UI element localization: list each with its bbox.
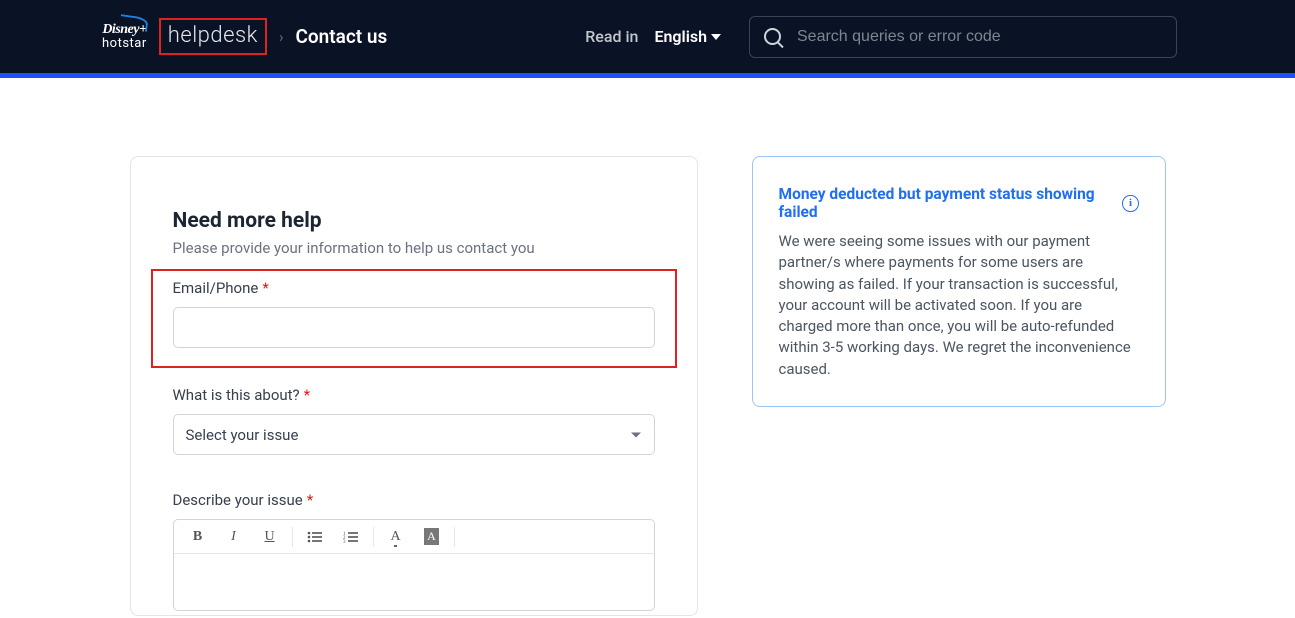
breadcrumb-current: Contact us xyxy=(295,25,387,48)
language-block: Read in English xyxy=(585,27,721,46)
unordered-list-button[interactable] xyxy=(297,525,333,549)
info-icon[interactable]: i xyxy=(1122,195,1138,212)
email-field-highlight: Email/Phone* xyxy=(151,269,677,368)
brand-text-bottom: hotstar xyxy=(102,36,147,51)
ordered-list-button[interactable]: 123 xyxy=(333,525,369,549)
helpdesk-label: helpdesk xyxy=(168,23,258,48)
about-label: What is this about?* xyxy=(173,386,655,404)
text-color-button[interactable]: A xyxy=(378,525,414,549)
language-value: English xyxy=(654,27,707,46)
search-input[interactable] xyxy=(797,28,1162,46)
svg-text:3: 3 xyxy=(343,540,346,543)
rte-toolbar: B I U 123 A A xyxy=(174,520,654,554)
info-alert-card: Money deducted but payment status showin… xyxy=(752,156,1166,407)
describe-label: Describe your issue* xyxy=(173,491,655,509)
chevron-right-icon: › xyxy=(279,28,284,46)
main-content: Need more help Please provide your infor… xyxy=(0,78,1295,616)
required-mark: * xyxy=(304,386,310,404)
email-phone-label: Email/Phone* xyxy=(173,279,655,297)
issue-select[interactable]: Select your issue xyxy=(173,414,655,455)
email-phone-input[interactable] xyxy=(173,307,655,348)
form-title: Need more help xyxy=(173,209,655,233)
issue-select-wrap[interactable]: Select your issue xyxy=(173,414,655,455)
search-icon xyxy=(764,28,781,45)
form-subtitle: Please provide your information to help … xyxy=(173,239,655,257)
highlight-color-button[interactable]: A xyxy=(414,525,450,549)
required-mark: * xyxy=(307,491,313,509)
chevron-down-icon xyxy=(711,34,721,40)
read-in-label: Read in xyxy=(585,27,638,46)
helpdesk-link[interactable]: helpdesk xyxy=(159,18,267,55)
bold-button[interactable]: B xyxy=(180,525,216,549)
alert-title: Money deducted but payment status showin… xyxy=(779,185,1115,221)
top-nav: Disney+ hotstar helpdesk › Contact us Re… xyxy=(0,0,1295,73)
contact-form-card: Need more help Please provide your infor… xyxy=(130,156,698,616)
search-box[interactable] xyxy=(749,16,1177,58)
italic-button[interactable]: I xyxy=(216,525,252,549)
toolbar-separator xyxy=(454,527,455,547)
underline-button[interactable]: U xyxy=(252,525,288,549)
brand-logo[interactable]: Disney+ hotstar xyxy=(102,22,147,51)
toolbar-separator xyxy=(292,527,293,547)
toolbar-separator xyxy=(373,527,374,547)
alert-body: We were seeing some issues with our paym… xyxy=(779,231,1139,380)
language-selector[interactable]: English xyxy=(654,27,721,46)
rich-text-editor: B I U 123 A A xyxy=(173,519,655,611)
required-mark: * xyxy=(262,279,268,297)
rte-textarea[interactable] xyxy=(174,554,654,610)
